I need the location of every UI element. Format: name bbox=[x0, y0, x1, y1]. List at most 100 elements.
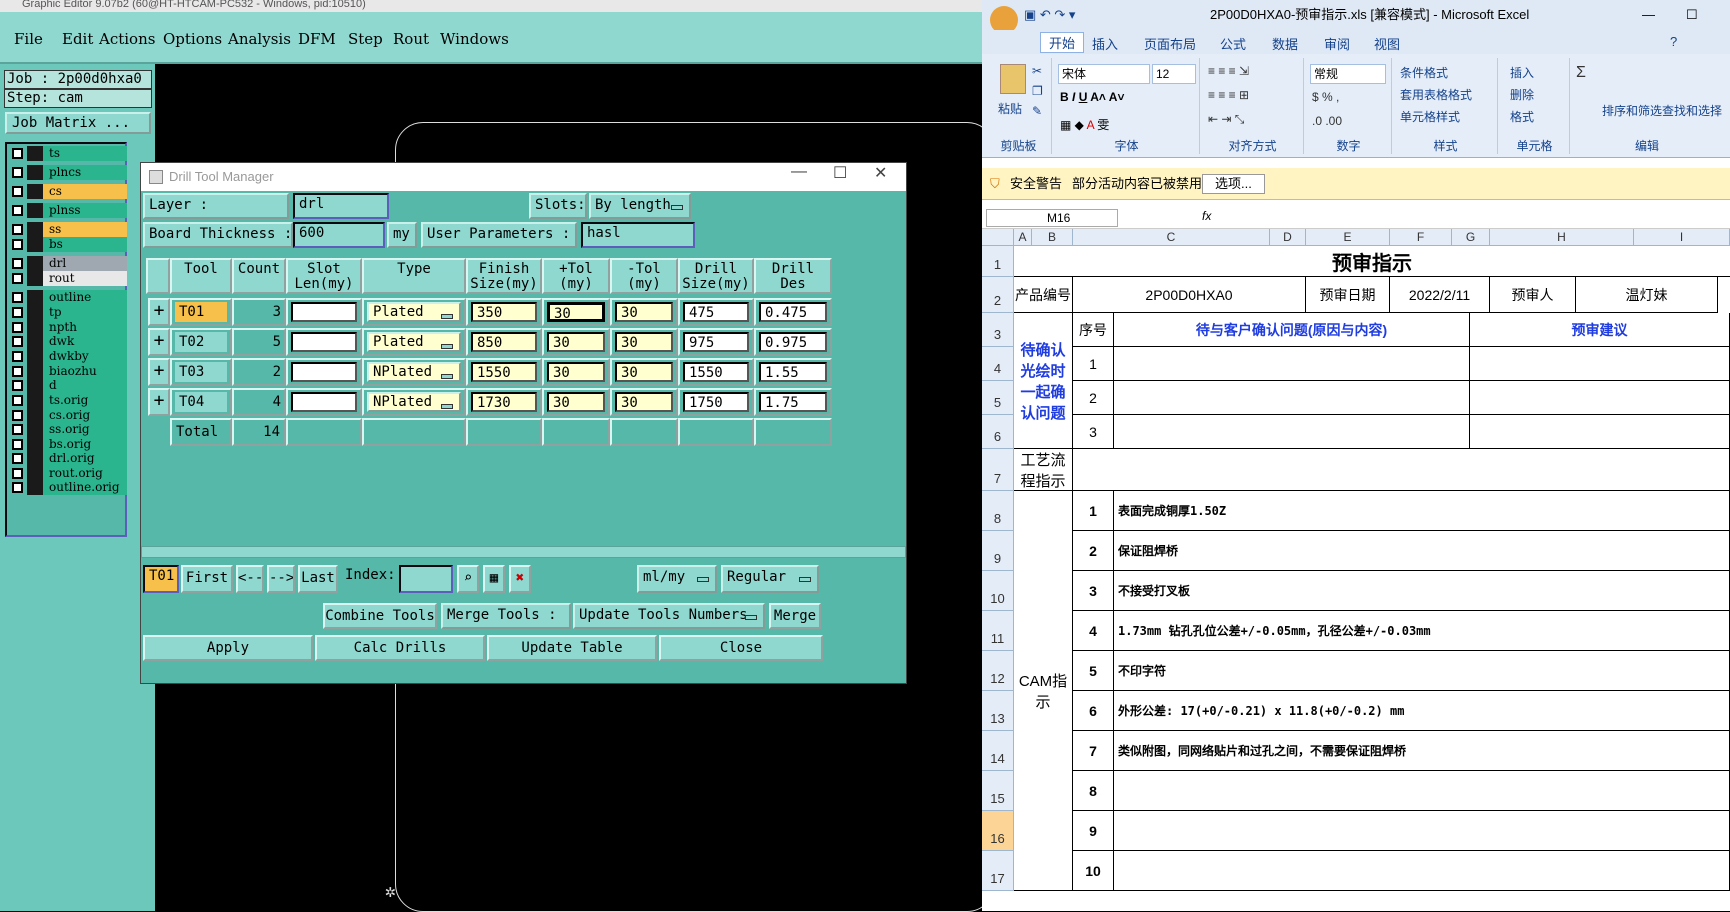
seq-cell[interactable]: 3 bbox=[1073, 415, 1114, 449]
row-header[interactable]: 7 bbox=[982, 449, 1014, 491]
search-icon[interactable]: ⌕ bbox=[457, 565, 479, 593]
layer-checkbox[interactable] bbox=[12, 292, 23, 303]
excel-minimize-icon[interactable]: — bbox=[1642, 0, 1655, 30]
suggest-cell[interactable] bbox=[1470, 415, 1730, 449]
prev-button[interactable]: <-- bbox=[236, 565, 264, 593]
column-header[interactable]: G bbox=[1452, 229, 1490, 246]
layer-checkbox[interactable] bbox=[12, 351, 23, 362]
cam-item-text[interactable]: 表面完成铜厚1.50Z bbox=[1114, 491, 1730, 531]
format-cells-button[interactable]: 格式 bbox=[1510, 108, 1534, 125]
cell-slot[interactable] bbox=[291, 362, 357, 382]
slots-dropdown[interactable]: By length bbox=[589, 193, 691, 219]
issue-cell[interactable] bbox=[1114, 415, 1470, 449]
layer-row-biaozhu[interactable]: biaozhu bbox=[9, 364, 127, 379]
cell-ptol[interactable]: 30 bbox=[547, 362, 605, 382]
layer-checkbox[interactable] bbox=[12, 167, 23, 178]
job-matrix-button[interactable]: Job Matrix ... bbox=[5, 112, 151, 134]
col-header[interactable]: Slot Len(my) bbox=[286, 258, 362, 294]
row-header[interactable]: 3 bbox=[982, 313, 1014, 347]
layer-name[interactable]: ss.orig bbox=[43, 422, 127, 437]
menu-actions[interactable]: Actions bbox=[99, 30, 155, 48]
align-top-icons[interactable]: ≡ ≡ ≡ ⇲ bbox=[1208, 64, 1249, 78]
expand-icon[interactable]: + bbox=[148, 358, 170, 386]
cell-ptol[interactable]: 30 bbox=[547, 302, 605, 322]
layer-checkbox[interactable] bbox=[12, 148, 23, 159]
layer-row-dwkby[interactable]: dwkby bbox=[9, 349, 127, 364]
cell-type[interactable]: NPlated bbox=[367, 362, 461, 382]
suggest-cell[interactable] bbox=[1470, 381, 1730, 415]
combine-tools-button[interactable]: Combine Tools bbox=[323, 603, 437, 629]
layer-row-drl[interactable]: drl bbox=[9, 256, 127, 271]
cam-item-no[interactable]: 2 bbox=[1073, 531, 1114, 571]
layer-checkbox[interactable] bbox=[12, 468, 23, 479]
last-button[interactable]: Last bbox=[298, 565, 338, 593]
layer-name[interactable]: cs.orig bbox=[43, 408, 127, 423]
cell-style-button[interactable]: 单元格样式 bbox=[1400, 108, 1460, 125]
layer-checkbox[interactable] bbox=[12, 366, 23, 377]
update-table-button[interactable]: Update Table bbox=[487, 635, 657, 661]
layer-row-rout-orig[interactable]: rout.orig bbox=[9, 466, 127, 481]
issue-cell[interactable] bbox=[1114, 347, 1470, 381]
cell-tool[interactable]: T03 bbox=[175, 362, 227, 382]
first-button[interactable]: First bbox=[181, 565, 233, 593]
tab-insert[interactable]: 插入 bbox=[1092, 34, 1118, 53]
layer-row-rout[interactable]: rout bbox=[9, 271, 127, 286]
layer-checkbox[interactable] bbox=[12, 322, 23, 333]
confirm-label[interactable]: 待确认光绘时一起确认问题 bbox=[1014, 313, 1073, 449]
menu-analysis[interactable]: Analysis bbox=[228, 30, 291, 48]
cell-mtol[interactable]: 30 bbox=[615, 302, 673, 322]
column-header[interactable]: B bbox=[1032, 229, 1073, 246]
layer-name[interactable]: ts.orig bbox=[43, 393, 127, 408]
row-header[interactable]: 15 bbox=[982, 771, 1014, 811]
paste-label[interactable]: 粘贴 bbox=[998, 100, 1022, 117]
decimal-icons[interactable]: .0 .00 bbox=[1312, 114, 1342, 128]
cell-finish[interactable]: 1730 bbox=[471, 392, 537, 412]
conditional-format-button[interactable]: 条件格式 bbox=[1400, 64, 1448, 81]
row-header[interactable]: 13 bbox=[982, 691, 1014, 731]
cam-item-text[interactable]: 不接受打叉板 bbox=[1114, 571, 1730, 611]
row-header[interactable]: 6 bbox=[982, 415, 1014, 449]
layer-row-ts[interactable]: ts bbox=[9, 146, 127, 161]
layer-name[interactable]: d bbox=[43, 378, 127, 393]
layer-name[interactable]: biaozhu bbox=[43, 364, 127, 379]
autosum-icon[interactable]: Σ bbox=[1576, 64, 1586, 82]
layer-name[interactable]: rout bbox=[43, 271, 127, 286]
layer-name[interactable]: drl.orig bbox=[43, 451, 127, 466]
indent-icons[interactable]: ⇤ ⇥ ⤡ bbox=[1208, 112, 1244, 127]
suggest-header[interactable]: 预审建议 bbox=[1470, 313, 1730, 347]
cell-drill[interactable]: 975 bbox=[683, 332, 749, 352]
cell-drill[interactable]: 1750 bbox=[683, 392, 749, 412]
delete-icon[interactable]: ✖ bbox=[509, 565, 531, 593]
cam-item-no[interactable]: 10 bbox=[1073, 851, 1114, 891]
cell-drill[interactable]: 475 bbox=[683, 302, 749, 322]
tab-data[interactable]: 数据 bbox=[1272, 34, 1298, 53]
layer-row-d[interactable]: d bbox=[9, 378, 127, 393]
layer-checkbox[interactable] bbox=[12, 186, 23, 197]
mode-dropdown[interactable]: Regular bbox=[721, 565, 819, 593]
tab-formulas[interactable]: 公式 bbox=[1220, 34, 1246, 53]
cell-slot[interactable] bbox=[291, 302, 357, 322]
expand-icon[interactable]: + bbox=[148, 298, 170, 326]
tab-page-layout[interactable]: 页面布局 bbox=[1144, 34, 1196, 53]
table-icon[interactable]: ▦ bbox=[483, 565, 505, 593]
close-icon[interactable]: ✕ bbox=[874, 163, 887, 183]
font-name-box[interactable]: 宋体 bbox=[1058, 64, 1150, 84]
worksheet-grid[interactable]: A B C D E F G H I 1 2 3 4 5 6 7 8 9 10 11 12 13 14 15 16 17 预审指示 产品… bbox=[982, 229, 1730, 911]
cam-item-text[interactable]: 类似附图，同网络贴片和过孔之间，不需要保证阻焊桥 bbox=[1114, 731, 1730, 771]
layer-field[interactable]: drl bbox=[293, 193, 389, 219]
excel-maximize-icon[interactable]: ☐ bbox=[1686, 0, 1698, 30]
product-label[interactable]: 产品编号 bbox=[1014, 277, 1073, 313]
layer-row-npth[interactable]: npth bbox=[9, 320, 127, 335]
align-left-icons[interactable]: ≡ ≡ ≡ ⊞ bbox=[1208, 88, 1249, 102]
cell-finish[interactable]: 1550 bbox=[471, 362, 537, 382]
cell-slot[interactable] bbox=[291, 392, 357, 412]
menu-rout[interactable]: Rout bbox=[393, 30, 429, 48]
layer-row-ss-orig[interactable]: ss.orig bbox=[9, 422, 127, 437]
layer-row-tp[interactable]: tp bbox=[9, 305, 127, 320]
border-fill-color-icons[interactable]: ▦ ◆ A 雯 bbox=[1060, 116, 1109, 133]
tab-home[interactable]: 开始 bbox=[1040, 32, 1085, 53]
cam-item-text[interactable]: 外形公差: 17(+0/-0.21) x 11.8(+0/-0.2) mm bbox=[1114, 691, 1730, 731]
row-header[interactable]: 11 bbox=[982, 611, 1014, 651]
cam-item-no[interactable]: 6 bbox=[1073, 691, 1114, 731]
thickness-field[interactable]: 600 bbox=[293, 222, 385, 248]
